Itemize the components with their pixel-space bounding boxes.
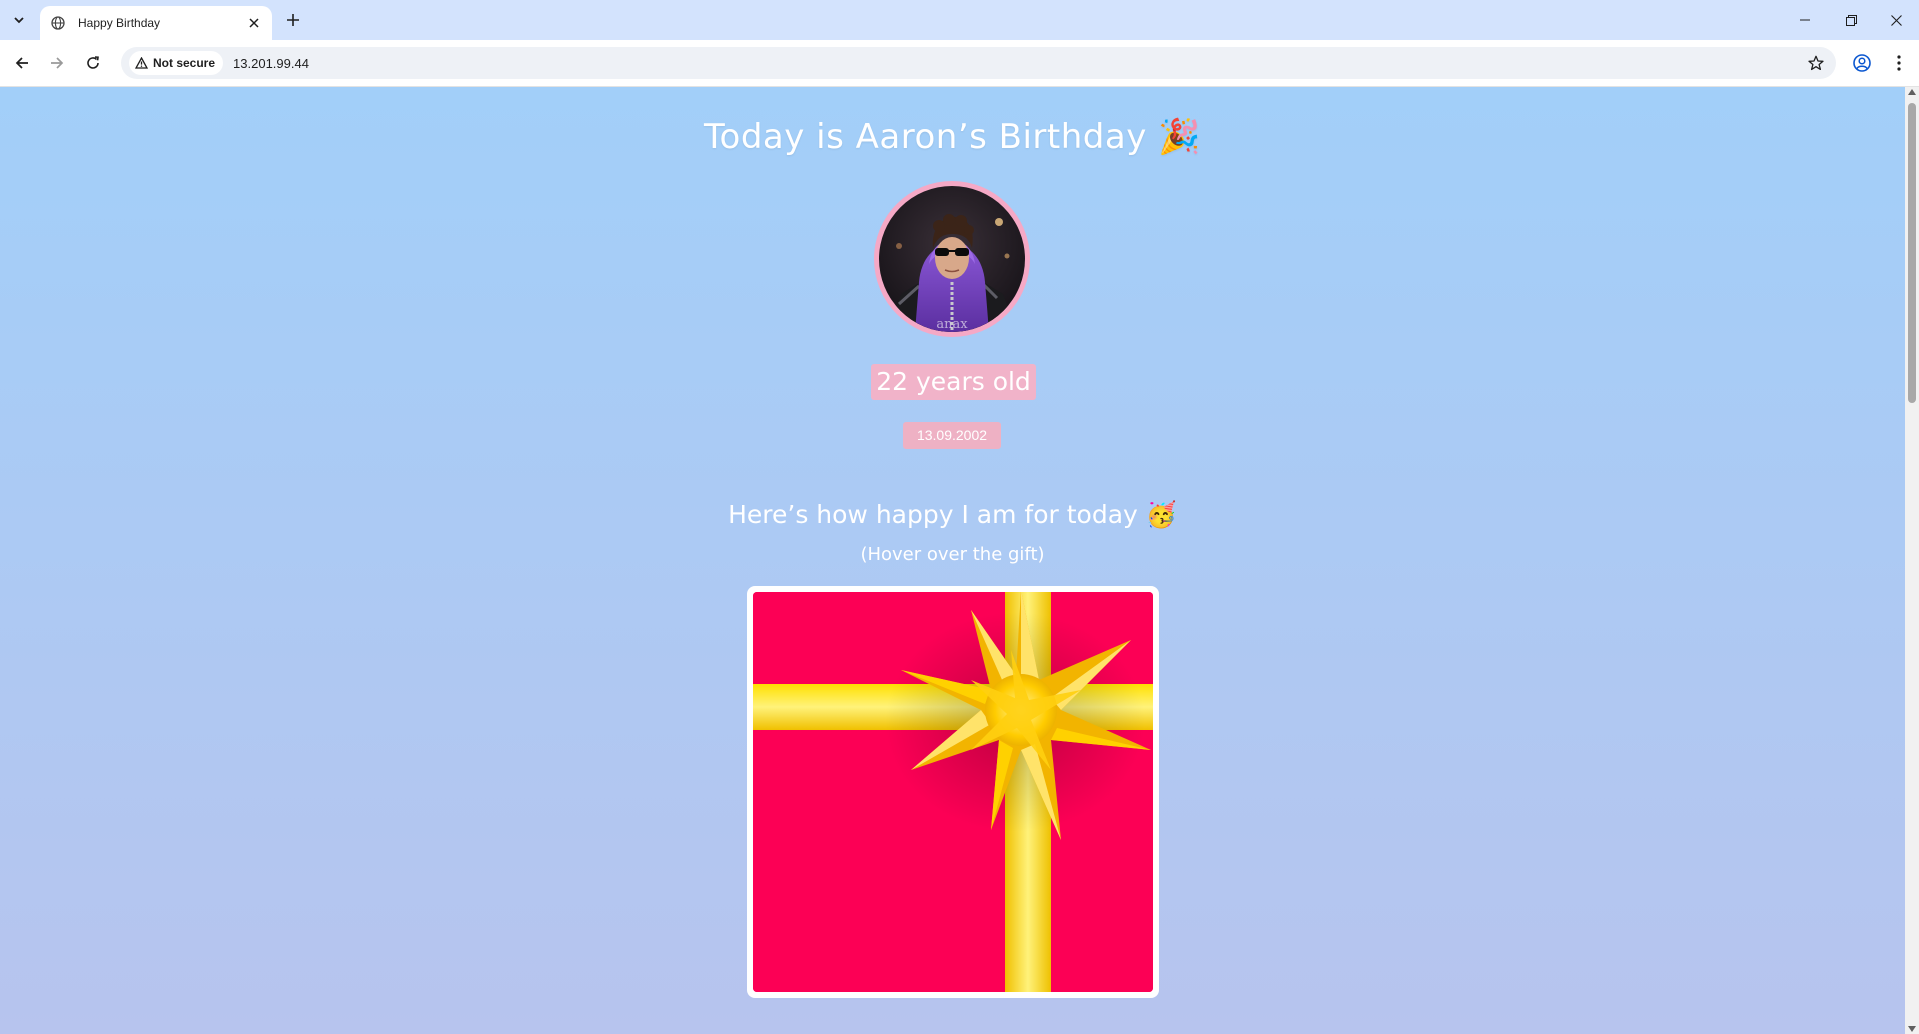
reload-button[interactable] <box>80 50 106 76</box>
page-viewport: Today is Aaron’s Birthday 🎉 anax 22 year… <box>0 87 1905 1034</box>
url-text[interactable]: 13.201.99.44 <box>233 56 1802 71</box>
gift-box[interactable] <box>753 592 1153 992</box>
forward-button[interactable] <box>44 50 70 76</box>
chevron-down-icon <box>14 17 24 24</box>
close-icon <box>1890 14 1902 26</box>
section-heading: Here’s how happy I am for today 🥳 <box>0 500 1905 530</box>
reload-icon <box>87 56 99 69</box>
forward-arrow-icon <box>51 57 64 69</box>
star-icon <box>1808 55 1824 71</box>
headline-text: Today is Aaron’s Birthday <box>704 117 1147 157</box>
close-window-button[interactable] <box>1873 0 1919 40</box>
back-arrow-icon <box>15 57 28 69</box>
warning-icon <box>135 57 148 69</box>
scroll-up-arrow-icon[interactable] <box>1908 89 1916 95</box>
minimize-icon <box>1800 19 1810 21</box>
hover-hint: (Hover over the gift) <box>860 544 1045 565</box>
vertical-scrollbar[interactable] <box>1905 87 1919 1034</box>
page-title: Today is Aaron’s Birthday 🎉 <box>0 117 1905 157</box>
back-button[interactable] <box>9 50 35 76</box>
scroll-down-arrow-icon[interactable] <box>1908 1026 1916 1032</box>
browser-toolbar: Not secure 13.201.99.44 <box>0 40 1919 87</box>
minimize-button[interactable] <box>1782 0 1828 40</box>
address-bar[interactable]: Not secure 13.201.99.44 <box>121 47 1836 79</box>
tab-strip: Happy Birthday <box>0 0 1919 40</box>
tab-happy-birthday[interactable]: Happy Birthday <box>40 6 272 40</box>
close-tab-button[interactable] <box>244 13 264 33</box>
tab-search-button[interactable] <box>8 9 30 31</box>
restore-icon <box>1845 14 1857 26</box>
birth-date-badge: 13.09.2002 <box>903 422 1001 449</box>
security-chip[interactable]: Not secure <box>129 51 224 75</box>
age-badge: 22 years old <box>871 364 1036 400</box>
restore-button[interactable] <box>1828 0 1874 40</box>
tab-title: Happy Birthday <box>78 16 161 30</box>
gift-frame <box>747 586 1159 998</box>
kebab-menu-icon <box>1897 55 1901 71</box>
plus-icon <box>287 14 299 26</box>
close-icon <box>249 18 259 28</box>
avatar: anax <box>879 186 1025 332</box>
new-tab-button[interactable] <box>282 9 304 31</box>
scrollbar-thumb[interactable] <box>1908 103 1916 403</box>
security-label: Not secure <box>153 56 216 70</box>
avatar-frame: anax <box>874 181 1030 337</box>
profile-icon <box>1853 54 1871 72</box>
party-popper-emoji: 🎉 <box>1158 117 1201 157</box>
bookmark-button[interactable] <box>1802 49 1830 77</box>
subhead-text: Here’s how happy I am for today <box>728 500 1138 529</box>
profile-button[interactable] <box>1849 50 1875 76</box>
globe-icon <box>50 15 66 31</box>
svg-text:anax: anax <box>936 317 968 332</box>
browser-menu-button[interactable] <box>1886 50 1912 76</box>
party-face-emoji: 🥳 <box>1145 500 1177 529</box>
